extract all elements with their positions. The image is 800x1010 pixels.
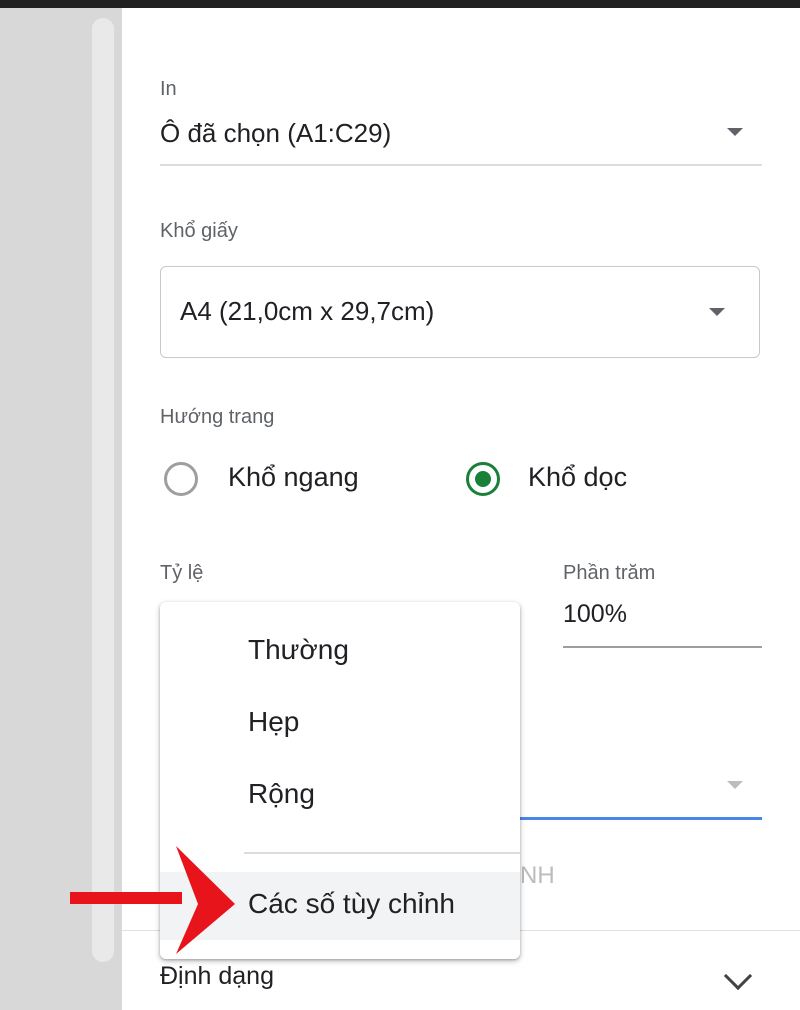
format-section-label[interactable]: Định dạng: [160, 962, 274, 991]
dropdown-caret-icon[interactable]: [709, 308, 725, 316]
menu-item-narrow[interactable]: Hẹp: [160, 690, 520, 758]
percent-underline: [563, 646, 762, 648]
menu-item-label: Các số tùy chỉnh: [248, 888, 455, 919]
window-top-border: [0, 0, 800, 8]
menu-item-normal[interactable]: Thường: [160, 618, 520, 686]
scale-label: Tỷ lệ: [160, 562, 204, 584]
menu-item-label: Hẹp: [248, 706, 300, 737]
obscured-header-text: NH: [520, 862, 555, 889]
radio-landscape[interactable]: [164, 462, 198, 496]
red-arrow-annotation: [70, 846, 235, 954]
radio-landscape-label[interactable]: Khổ ngang: [228, 462, 359, 493]
percent-label: Phần trăm: [563, 562, 656, 584]
paper-size-label: Khổ giấy: [160, 220, 238, 242]
print-range-value[interactable]: Ô đã chọn (A1:C29): [160, 118, 391, 149]
menu-item-label: Rộng: [248, 778, 315, 809]
margins-field-focus-underline: [520, 817, 762, 820]
print-range-underline: [160, 164, 762, 166]
menu-separator: [244, 852, 520, 854]
percent-input[interactable]: 100%: [563, 600, 627, 629]
radio-portrait[interactable]: [466, 462, 500, 496]
orientation-label: Hướng trang: [160, 406, 275, 428]
menu-item-label: Thường: [248, 634, 349, 665]
dropdown-caret-icon[interactable]: [727, 781, 743, 789]
print-range-label: In: [160, 78, 177, 100]
menu-item-wide[interactable]: Rộng: [160, 762, 520, 830]
radio-portrait-label[interactable]: Khổ dọc: [528, 462, 627, 493]
paper-size-value: A4 (21,0cm x 29,7cm): [180, 296, 435, 326]
dropdown-caret-icon[interactable]: [727, 128, 743, 136]
preview-scrollbar[interactable]: [92, 18, 114, 962]
